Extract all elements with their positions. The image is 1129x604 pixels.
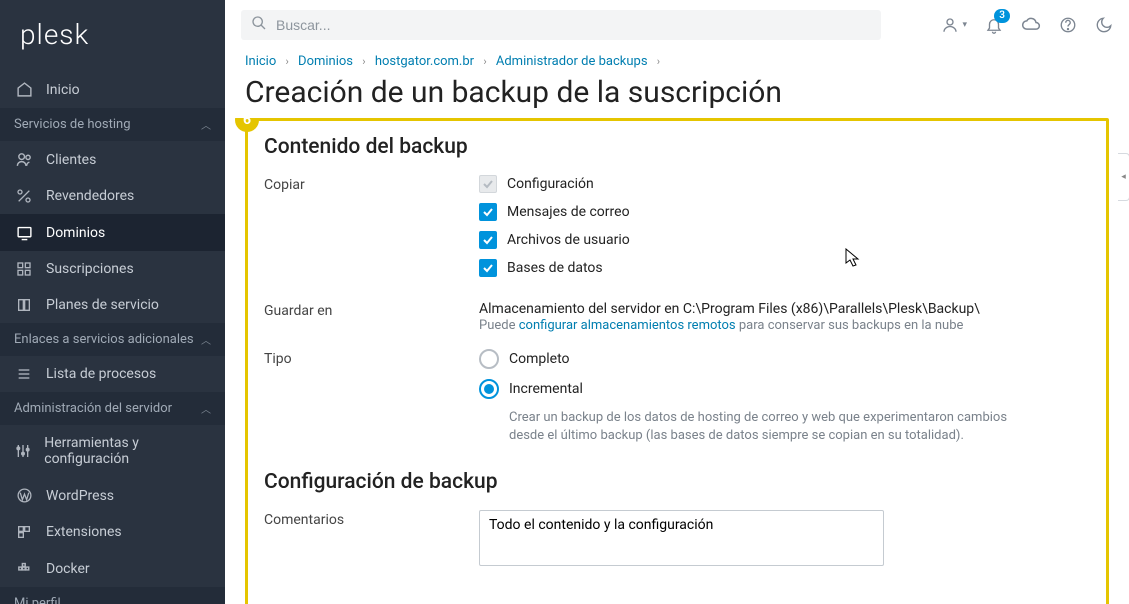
sidebar-item-label: Lista de procesos — [46, 366, 156, 382]
chevron-right-icon: › — [483, 55, 486, 68]
label-tipo: Tipo — [264, 349, 479, 367]
sidebar-item-clientes[interactable]: Clientes — [0, 141, 225, 178]
checkbox-icon — [479, 259, 497, 277]
label-comentarios: Comentarios — [264, 510, 479, 528]
chevron-right-icon: › — [286, 55, 289, 68]
cloud-icon[interactable] — [1021, 15, 1041, 35]
sidebar-item-label: Clientes — [46, 152, 96, 168]
sidebar-item-label: Herramientas y configuración — [44, 435, 211, 467]
section-title-contenido: Contenido del backup — [264, 135, 1090, 159]
users-icon — [14, 151, 34, 168]
breadcrumb-domain[interactable]: hostgator.com.br — [375, 54, 474, 69]
link-config-remote-storage[interactable]: configurar almacenamientos remotos — [519, 318, 736, 333]
sidebar-item-label: Extensiones — [46, 524, 122, 540]
comments-textarea[interactable] — [479, 510, 884, 566]
breadcrumb-backup-admin[interactable]: Administrador de backups — [496, 54, 648, 69]
sliders-icon — [14, 443, 32, 459]
checkbox-icon — [479, 203, 497, 221]
sidebar-item-extensiones[interactable]: Extensiones — [0, 514, 225, 550]
sidebar-item-inicio[interactable]: Inicio — [0, 71, 225, 108]
chevron-right-icon: › — [362, 55, 365, 68]
sidebar: plesk ◂ Inicio Servicios de hosting ︿ Cl… — [0, 0, 225, 604]
section-title-config: Configuración de backup — [264, 470, 1090, 494]
sidebar-section-enlaces[interactable]: Enlaces a servicios adicionales ︿ — [0, 323, 225, 356]
radio-icon — [479, 349, 499, 369]
checkbox-mensajes-correo[interactable]: Mensajes de correo — [479, 203, 1090, 221]
sidebar-item-dominios[interactable]: Dominios — [0, 214, 225, 251]
sidebar-item-label: Inicio — [46, 82, 80, 98]
checkbox-icon — [479, 231, 497, 249]
chevron-down-icon: ▾ — [962, 20, 967, 30]
sidebar-item-suscripciones[interactable]: Suscripciones — [0, 251, 225, 287]
sidebar-item-label: Planes de servicio — [46, 297, 159, 313]
checkbox-bases-datos[interactable]: Bases de datos — [479, 259, 1090, 277]
radio-incremental[interactable]: Incremental — [479, 379, 1090, 399]
search-icon — [251, 15, 267, 35]
chevron-up-icon: ︿ — [201, 401, 211, 416]
checkbox-icon — [479, 175, 497, 193]
breadcrumb-dominios[interactable]: Dominios — [298, 54, 353, 69]
list-icon — [14, 366, 34, 382]
docker-icon — [14, 560, 34, 577]
notifications-badge: 3 — [994, 9, 1010, 23]
sidebar-item-label: Docker — [46, 561, 90, 577]
notifications-button[interactable]: 3 — [985, 16, 1003, 34]
help-icon[interactable] — [1059, 16, 1077, 34]
screen-icon — [14, 224, 34, 241]
sidebar-section-perfil[interactable]: Mi perfil ︿ — [0, 587, 225, 604]
sidebar-section-hosting[interactable]: Servicios de hosting ︿ — [0, 108, 225, 141]
sidebar-section-admin[interactable]: Administración del servidor ︿ — [0, 392, 225, 425]
highlight-callout: 6 Contenido del backup Copiar Configurac… — [245, 118, 1109, 604]
sidebar-item-label: Dominios — [46, 225, 105, 241]
user-menu[interactable]: ▾ — [941, 16, 967, 34]
main: ▾ 3 Inicio › Dominios › — [225, 0, 1129, 604]
breadcrumb: Inicio › Dominios › hostgator.com.br › A… — [225, 48, 1129, 71]
sidebar-item-herramientas[interactable]: Herramientas y configuración — [0, 425, 225, 477]
topbar: ▾ 3 — [225, 0, 1129, 48]
storage-hint: Puede configurar almacenamientos remotos… — [479, 317, 1090, 335]
radio-completo[interactable]: Completo — [479, 349, 1090, 369]
chevron-right-icon: › — [657, 55, 660, 68]
sidebar-item-planes[interactable]: Planes de servicio — [0, 287, 225, 323]
home-icon — [14, 81, 34, 98]
label-guardar-en: Guardar en — [264, 301, 479, 319]
sidebar-item-label: Suscripciones — [46, 261, 134, 277]
wordpress-icon — [14, 487, 34, 504]
chevron-up-icon: ︿ — [201, 332, 211, 347]
puzzle-icon — [14, 524, 34, 540]
highlight-number: 6 — [235, 118, 259, 132]
percent-icon — [14, 188, 34, 204]
sidebar-item-docker[interactable]: Docker — [0, 550, 225, 587]
book-icon — [14, 297, 34, 313]
sidebar-item-procesos[interactable]: Lista de procesos — [0, 356, 225, 392]
radio-icon — [479, 379, 499, 399]
sidebar-item-label: Revendedores — [46, 188, 134, 204]
sidebar-item-label: WordPress — [46, 488, 114, 504]
storage-path: Almacenamiento del servidor en C:\Progra… — [479, 301, 1090, 317]
tipo-hint: Crear un backup de los datos de hosting … — [509, 409, 1029, 445]
checkbox-configuracion: Configuración — [479, 175, 1090, 193]
label-copiar: Copiar — [264, 175, 479, 193]
breadcrumb-inicio[interactable]: Inicio — [245, 54, 276, 69]
checkbox-archivos-usuario[interactable]: Archivos de usuario — [479, 231, 1090, 249]
sidebar-item-revendedores[interactable]: Revendedores — [0, 178, 225, 214]
search-input[interactable] — [241, 10, 881, 40]
chevron-up-icon: ︿ — [201, 117, 211, 132]
plesk-logo: plesk — [0, 0, 225, 71]
grid-icon — [14, 261, 34, 277]
sidebar-item-wordpress[interactable]: WordPress — [0, 477, 225, 514]
page-title: Creación de un backup de la suscripción — [225, 71, 1129, 118]
chevron-up-icon: ︿ — [201, 596, 211, 604]
theme-toggle-icon[interactable] — [1095, 16, 1113, 34]
